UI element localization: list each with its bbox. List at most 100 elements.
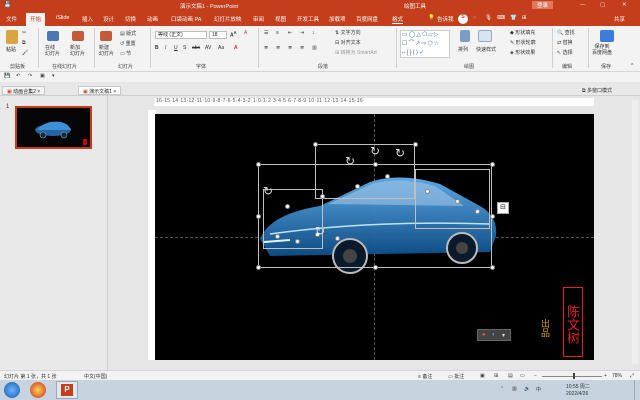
new-slide-icon[interactable] (100, 31, 112, 41)
comments-button[interactable]: ▭ 批注 (448, 373, 464, 380)
resize-handle[interactable] (413, 142, 418, 147)
tab-insert[interactable]: 插入 (82, 15, 93, 23)
resize-handle[interactable] (385, 174, 390, 179)
quick-styles-label[interactable]: 快速样式 (476, 46, 496, 53)
resize-handle[interactable] (313, 142, 318, 147)
tab-pocket-animation[interactable]: 口袋动画 PA (171, 15, 201, 23)
chevron-down-icon[interactable]: ▾ (502, 332, 505, 339)
slideshow-view-icon[interactable]: ▭ (520, 373, 525, 379)
resize-handle[interactable] (425, 189, 430, 194)
tab-format[interactable]: 格式 (392, 15, 404, 24)
underline-icon[interactable]: U (174, 45, 178, 51)
strikethrough-icon[interactable]: abc (192, 45, 200, 51)
save-icon[interactable]: 💾 (4, 2, 11, 8)
close-icon[interactable]: × (113, 89, 116, 95)
zoom-slider[interactable] (542, 376, 602, 377)
selection-frame[interactable] (415, 169, 490, 229)
resize-handle[interactable] (355, 184, 360, 189)
resize-handle[interactable] (373, 162, 378, 167)
circle-icon[interactable]: ◌ (473, 15, 476, 21)
new-slide-label[interactable]: 新建 幻灯片 (99, 45, 114, 57)
columns-icon[interactable]: ▥ (312, 45, 317, 51)
customize-qat-icon[interactable]: ▾ (52, 73, 55, 79)
fit-slide-icon[interactable]: ⤢ (630, 373, 634, 379)
font-name-select[interactable]: 等线 (正文) (155, 31, 207, 39)
resize-handle[interactable] (475, 209, 480, 214)
paste-icon[interactable] (6, 30, 18, 44)
font-size-select[interactable]: 18 (209, 31, 227, 39)
zoom-out-icon[interactable]: − (534, 373, 537, 379)
resize-handle[interactable] (320, 194, 325, 199)
language-status[interactable]: 中文(中国) (84, 373, 107, 380)
align-right-icon[interactable]: ≣ (288, 45, 292, 51)
start-button[interactable] (4, 382, 20, 398)
format-painter-icon[interactable]: 🖌 (22, 50, 28, 56)
zoom-in-icon[interactable]: + (604, 373, 607, 379)
resize-handle[interactable] (295, 239, 300, 244)
text-direction-button[interactable]: ⇅ 文字方向 (335, 29, 361, 36)
multi-window-button[interactable]: ⧉ 多窗口模式 (582, 87, 612, 94)
change-case-icon[interactable]: Aa (218, 45, 224, 51)
minimize-button[interactable]: — (580, 2, 586, 8)
rotate-handle-icon[interactable]: ↻ (395, 146, 405, 160)
resize-handle[interactable] (490, 214, 495, 219)
s-logo-icon[interactable]: S (458, 14, 468, 24)
rotate-handle-icon[interactable]: ↻ (345, 154, 355, 168)
normal-view-icon[interactable]: ▣ (480, 373, 485, 379)
tab-design[interactable]: 设计 (103, 15, 114, 23)
rotate-handle-icon[interactable]: ↻ (315, 224, 325, 238)
shape-outline-button[interactable]: ✎ 形状轮廓 (510, 39, 536, 46)
floating-toolbar[interactable]: ● ◐ ▾ (477, 329, 511, 341)
bullets-icon[interactable]: ☰ (264, 30, 268, 36)
smartart-button[interactable]: ⊞ 转换为 SmartArt (335, 49, 377, 56)
tab-developer[interactable]: 开发工具 (297, 15, 319, 23)
tab-file[interactable]: 文件 (6, 15, 17, 23)
align-text-button[interactable]: ⊟ 对齐文本 (335, 39, 361, 46)
resize-handle[interactable] (256, 162, 261, 167)
arrange-icon[interactable] (460, 30, 470, 42)
slide-canvas[interactable]: ↻ ↻ ↻ ↻ ↻ ⊟ ● ◐ ▾ 陈文树 出品 (155, 114, 594, 360)
grid-icon[interactable]: ⊞ (522, 15, 527, 21)
save-baidu-label[interactable]: 保存到 百度网盘 (592, 44, 612, 56)
volume-icon[interactable]: 🔊 (524, 386, 530, 392)
replace-button[interactable]: ⇄ 替换 (557, 39, 573, 46)
reset-button[interactable]: ↺ 重置 (120, 40, 136, 47)
align-left-icon[interactable]: ≣ (264, 45, 268, 51)
doc-tab-presentation[interactable]: ▣ 演示文稿1 × (78, 86, 122, 95)
resize-handle[interactable] (335, 236, 340, 241)
tray-expand-icon[interactable]: ⌃ (500, 386, 504, 392)
powerpoint-taskbar-button[interactable]: P (56, 381, 78, 399)
resize-handle[interactable] (455, 199, 460, 204)
save-icon[interactable]: 💾 (4, 73, 10, 79)
italic-icon[interactable]: I (165, 45, 166, 51)
shapes-gallery[interactable]: ▭◯△⬠▱▷ ☐⌒↗⇨⬡☆ ⌐{}⟨⟩✓ (400, 30, 450, 58)
new-style-label[interactable]: 新加 幻灯片 (70, 45, 85, 57)
share-button[interactable]: 共享 (614, 15, 625, 23)
undo-icon[interactable]: ↶ (16, 73, 20, 79)
align-center-icon[interactable]: ≣ (276, 45, 280, 51)
collapse-ribbon-icon[interactable]: ^ (631, 63, 633, 69)
redo-icon[interactable]: ↷ (28, 73, 32, 79)
keyboard-icon[interactable]: ⌨ (497, 15, 505, 21)
select-button[interactable]: ↖ 选择 (557, 49, 573, 56)
selection-frame[interactable] (263, 189, 323, 249)
char-spacing-icon[interactable]: AV (205, 45, 211, 51)
resize-handle[interactable] (256, 265, 261, 270)
rotate-handle-icon[interactable]: ↻ (370, 144, 380, 158)
shirt-icon[interactable]: 👕 (510, 15, 517, 21)
tab-review[interactable]: 审阅 (253, 15, 264, 23)
notes-button[interactable]: ≡ 备注 (418, 373, 432, 380)
resize-handle[interactable] (275, 234, 280, 239)
justify-icon[interactable]: ≣ (300, 45, 304, 51)
online-slides-icon[interactable] (47, 31, 59, 41)
vertical-scrollbar[interactable] (632, 100, 638, 364)
font-color-icon[interactable]: A (234, 45, 238, 51)
s-logo-icon[interactable]: ● (482, 332, 486, 338)
tab-baidu[interactable]: 百度网盘 (356, 15, 378, 23)
outdent-icon[interactable]: ⇥ (300, 30, 304, 36)
line-spacing-icon[interactable]: ↕ (312, 30, 315, 36)
resize-handle[interactable] (490, 162, 495, 167)
find-button[interactable]: 🔍 查找 (557, 29, 575, 36)
resize-handle[interactable] (285, 204, 290, 209)
resize-handle[interactable] (373, 265, 378, 270)
